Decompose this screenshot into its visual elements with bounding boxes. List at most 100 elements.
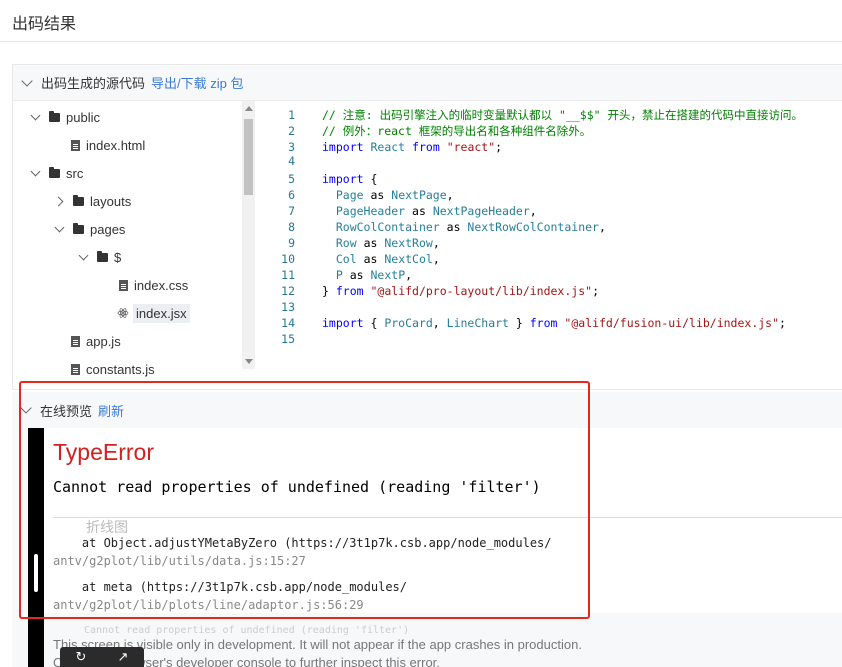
line-number: 11 [281, 268, 295, 282]
code-line: 8 RowColContainer as NextRowColContainer… [259, 219, 606, 235]
line-number: 14 [281, 316, 295, 330]
line-number: 9 [288, 236, 295, 250]
scrollbar-thumb[interactable] [34, 554, 38, 592]
code-text: RowColContainer as NextRowColContainer, [335, 220, 606, 234]
preview-controls: ↻ ↗ [60, 647, 144, 667]
code-text: PageHeader as NextPageHeader, [335, 204, 537, 218]
line-number: 13 [281, 300, 295, 314]
chevron-down-icon[interactable] [29, 110, 43, 124]
code-line: 13 [259, 299, 295, 315]
tree-item-public[interactable]: public [29, 103, 100, 131]
code-section-title: 出码生成的源代码 [41, 76, 146, 91]
error-overlay: TypeError Cannot read properties of unde… [44, 428, 842, 613]
code-line: 6 Page as NextPage, [259, 187, 454, 203]
scroll-down-arrow-icon[interactable] [245, 359, 253, 364]
folder-icon [49, 110, 60, 122]
line-number: 5 [288, 172, 295, 186]
line-number: 7 [288, 204, 295, 218]
divider [53, 517, 842, 518]
tree-scrollbar[interactable] [242, 101, 255, 369]
tree-item-label: layouts [90, 193, 132, 209]
folder-icon [73, 222, 84, 234]
tree-item-pages[interactable]: pages [53, 215, 125, 243]
line-number: 1 [288, 108, 295, 122]
chevron-down-icon[interactable] [53, 222, 67, 236]
tree-item-dollar[interactable]: $ [77, 243, 121, 271]
line-number: 10 [281, 252, 295, 266]
chevron-down-icon[interactable] [20, 402, 32, 414]
export-zip-link[interactable]: 导出/下载 zip 包 [151, 73, 243, 92]
page-header: 出码结果 [0, 0, 842, 42]
line-number: 15 [281, 332, 295, 346]
code-line: 7 PageHeader as NextPageHeader, [259, 203, 537, 219]
tree-item-src[interactable]: src [29, 159, 83, 187]
code-text: Row as NextRow, [335, 236, 440, 250]
preview-section-header[interactable]: 在线预览 刷新 [12, 392, 842, 428]
tree-item-app-js[interactable]: app.js [71, 327, 121, 355]
reload-icon[interactable]: ↻ [60, 647, 102, 667]
code-line: 1 // 注意: 出码引擎注入的临时变量默认都以 "__$$" 开头，禁止在搭建的… [259, 107, 803, 123]
code-line: 4 [259, 153, 295, 169]
line-number: 12 [281, 284, 295, 298]
tree-item-label: pages [90, 221, 126, 237]
folder-icon [73, 194, 84, 206]
chevron-down-icon[interactable] [77, 250, 91, 264]
code-text: P as NextP, [335, 268, 413, 282]
preview-section-title: 在线预览 [40, 403, 93, 419]
stack-frame-file[interactable]: antv/g2plot/lib/utils/data.js:15:27 [53, 552, 306, 570]
code-line: 11 P as NextP, [259, 267, 412, 283]
tree-item-label: public [66, 109, 100, 125]
code-line: 14 import { ProCard, LineChart } from "@a… [259, 315, 786, 331]
line-number: 6 [288, 188, 295, 202]
line-number: 4 [288, 154, 295, 168]
code-line: 12 } from "@alifd/pro-layout/lib/index.js… [259, 283, 599, 299]
code-section: 出码生成的源代码 导出/下载 zip 包 public index.html s… [12, 64, 842, 390]
overlay-scrollbar[interactable] [28, 428, 44, 667]
page-title: 出码结果 [12, 16, 77, 33]
tree-item-label: index.css [134, 277, 189, 293]
background-error-text: Cannot read properties of undefined (rea… [84, 625, 410, 636]
tree-item-layouts[interactable]: layouts [53, 187, 131, 215]
scrollbar-thumb[interactable] [244, 119, 253, 195]
code-line: 9 Row as NextRow, [259, 235, 440, 251]
code-text: } from "@alifd/pro-layout/lib/index.js"; [322, 284, 599, 298]
tree-item-index-jsx[interactable]: index.jsx [117, 299, 190, 327]
tree-item-label: constants.js [86, 361, 155, 377]
react-icon [117, 308, 129, 318]
code-line: 2 // 例外：react 框架的导出名和各种组件名除外。 [259, 123, 591, 139]
tree-item-label: src [66, 165, 84, 181]
code-text: // 例外：react 框架的导出名和各种组件名除外。 [322, 124, 592, 138]
code-text: Col as NextCol, [335, 252, 440, 266]
tree-item-index-css[interactable]: index.css [119, 271, 188, 299]
chevron-down-icon[interactable] [21, 74, 33, 87]
tree-item-label: $ [114, 249, 122, 265]
chevron-down-icon[interactable] [29, 166, 43, 180]
file-icon [119, 279, 128, 291]
error-message: Cannot read properties of undefined (rea… [53, 478, 541, 496]
error-title: TypeError [53, 439, 154, 465]
stack-frame-call: at meta (https://3t1p7k.csb.app/node_mod… [53, 580, 408, 594]
external-link-icon[interactable]: ↗ [102, 647, 144, 667]
tree-item-constants-js[interactable]: constants.js [71, 355, 155, 383]
stack-frame-file[interactable]: antv/g2plot/lib/plots/line/adaptor.js:56… [53, 596, 364, 614]
code-text: Page as NextPage, [335, 188, 454, 202]
line-number: 8 [288, 220, 295, 234]
refresh-link[interactable]: 刷新 [98, 401, 124, 420]
tree-item-label: index.html [86, 137, 146, 153]
code-editor[interactable]: 1 // 注意: 出码引擎注入的临时变量默认都以 "__$$" 开头，禁止在搭建的… [259, 101, 842, 389]
tree-item-index-html[interactable]: index.html [71, 131, 145, 159]
line-number: 2 [288, 124, 295, 138]
tree-item-label: index.jsx [133, 303, 190, 323]
scroll-up-arrow-icon[interactable] [245, 106, 253, 111]
file-icon [71, 139, 80, 151]
code-line: 5 import { [259, 171, 377, 187]
code-section-header[interactable]: 出码生成的源代码 导出/下载 zip 包 [13, 65, 842, 101]
chevron-right-icon[interactable] [53, 194, 67, 208]
code-text: import { ProCard, LineChart } from "@ali… [322, 316, 786, 330]
file-tree: public index.html src layouts pages $ in… [13, 101, 258, 389]
code-line: 15 [259, 331, 295, 347]
code-text: // 注意: 出码引擎注入的临时变量默认都以 "__$$" 开头，禁止在搭建的代… [322, 108, 804, 122]
tree-item-label: app.js [86, 333, 121, 349]
folder-icon [97, 250, 108, 262]
preview-frame: TypeError Cannot read properties of unde… [12, 428, 842, 667]
